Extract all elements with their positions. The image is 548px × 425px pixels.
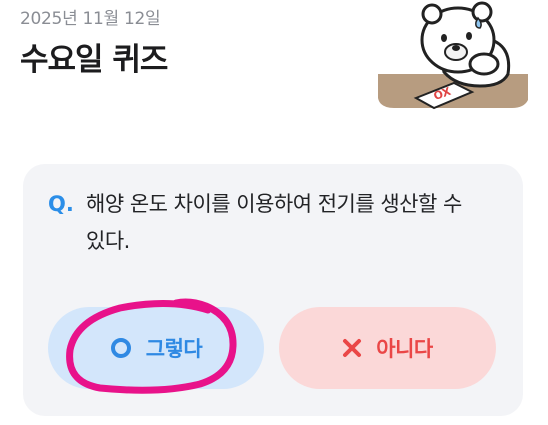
answer-no-button[interactable]: 아니다 (279, 307, 496, 389)
answer-yes-label: 그렇다 (145, 337, 203, 361)
question-text: 해양 온도 차이를 이용하여 전기를 생산할 수 있다. (86, 192, 462, 253)
x-icon (343, 339, 362, 357)
bear-illustration: OX (378, 1, 528, 110)
page-title: 수요일 퀴즈 (20, 42, 168, 78)
answer-yes-button[interactable]: 그렇다 (48, 307, 264, 389)
quiz-date: 2025년 11월 12일 (20, 9, 161, 29)
answer-no-label: 아니다 (376, 337, 433, 361)
circle-o-icon (110, 338, 131, 358)
question-prefix: Q. (48, 192, 74, 216)
